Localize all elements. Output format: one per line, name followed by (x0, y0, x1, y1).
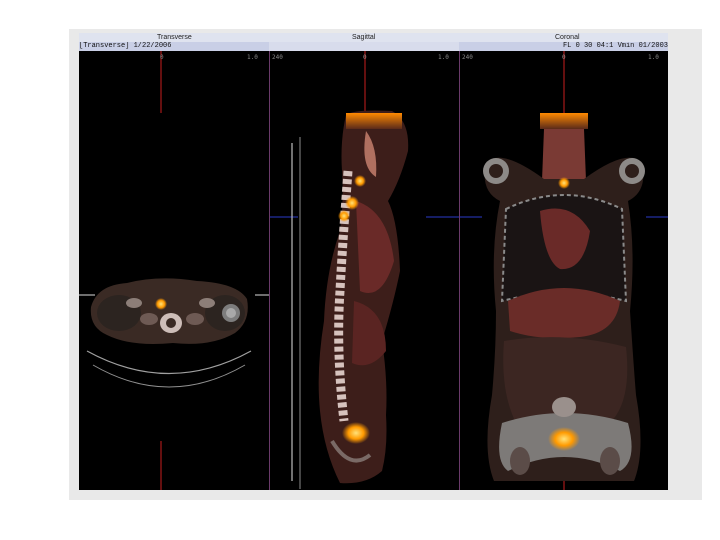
svg-text:1.0: 1.0 (648, 54, 659, 61)
sagittal-header: Sagittal (269, 33, 459, 42)
coronal-header: Coronal (459, 33, 668, 42)
svg-text:240: 240 (462, 54, 473, 61)
transverse-viewport[interactable]: 0 1.0 (79, 51, 269, 490)
svg-text:0: 0 (160, 54, 164, 61)
coronal-info-text: FL 0 30 04:1 Vmin 01/2003 (562, 42, 668, 50)
svg-text:0: 0 (562, 54, 566, 61)
transverse-info: [Transverse] 1/22/2006 (79, 42, 269, 51)
svg-text:0: 0 (363, 54, 367, 61)
coronal-title: Coronal (555, 34, 580, 41)
sagittal-info (269, 42, 459, 51)
sagittal-body-slice (318, 110, 409, 484)
svg-text:240: 240 (272, 54, 283, 61)
viewer-frame: Transverse Sagittal Coronal [Transverse]… (69, 29, 702, 500)
transverse-title: Transverse (157, 34, 192, 41)
svg-text:1.0: 1.0 (247, 54, 258, 61)
transverse-body-slice (86, 278, 252, 388)
sagittal-title: Sagittal (352, 34, 376, 41)
sagittal-viewport[interactable]: 240 0 1.0 (270, 51, 459, 490)
svg-text:1.0: 1.0 (438, 54, 449, 61)
coronal-info: FL 0 30 04:1 Vmin 01/2003 (459, 42, 668, 51)
coronal-viewport[interactable]: 240 0 1.0 (460, 51, 668, 490)
transverse-header: Transverse (79, 33, 269, 42)
transverse-info-text: [Transverse] 1/22/2006 (79, 42, 172, 50)
coronal-body-slice (483, 113, 645, 481)
